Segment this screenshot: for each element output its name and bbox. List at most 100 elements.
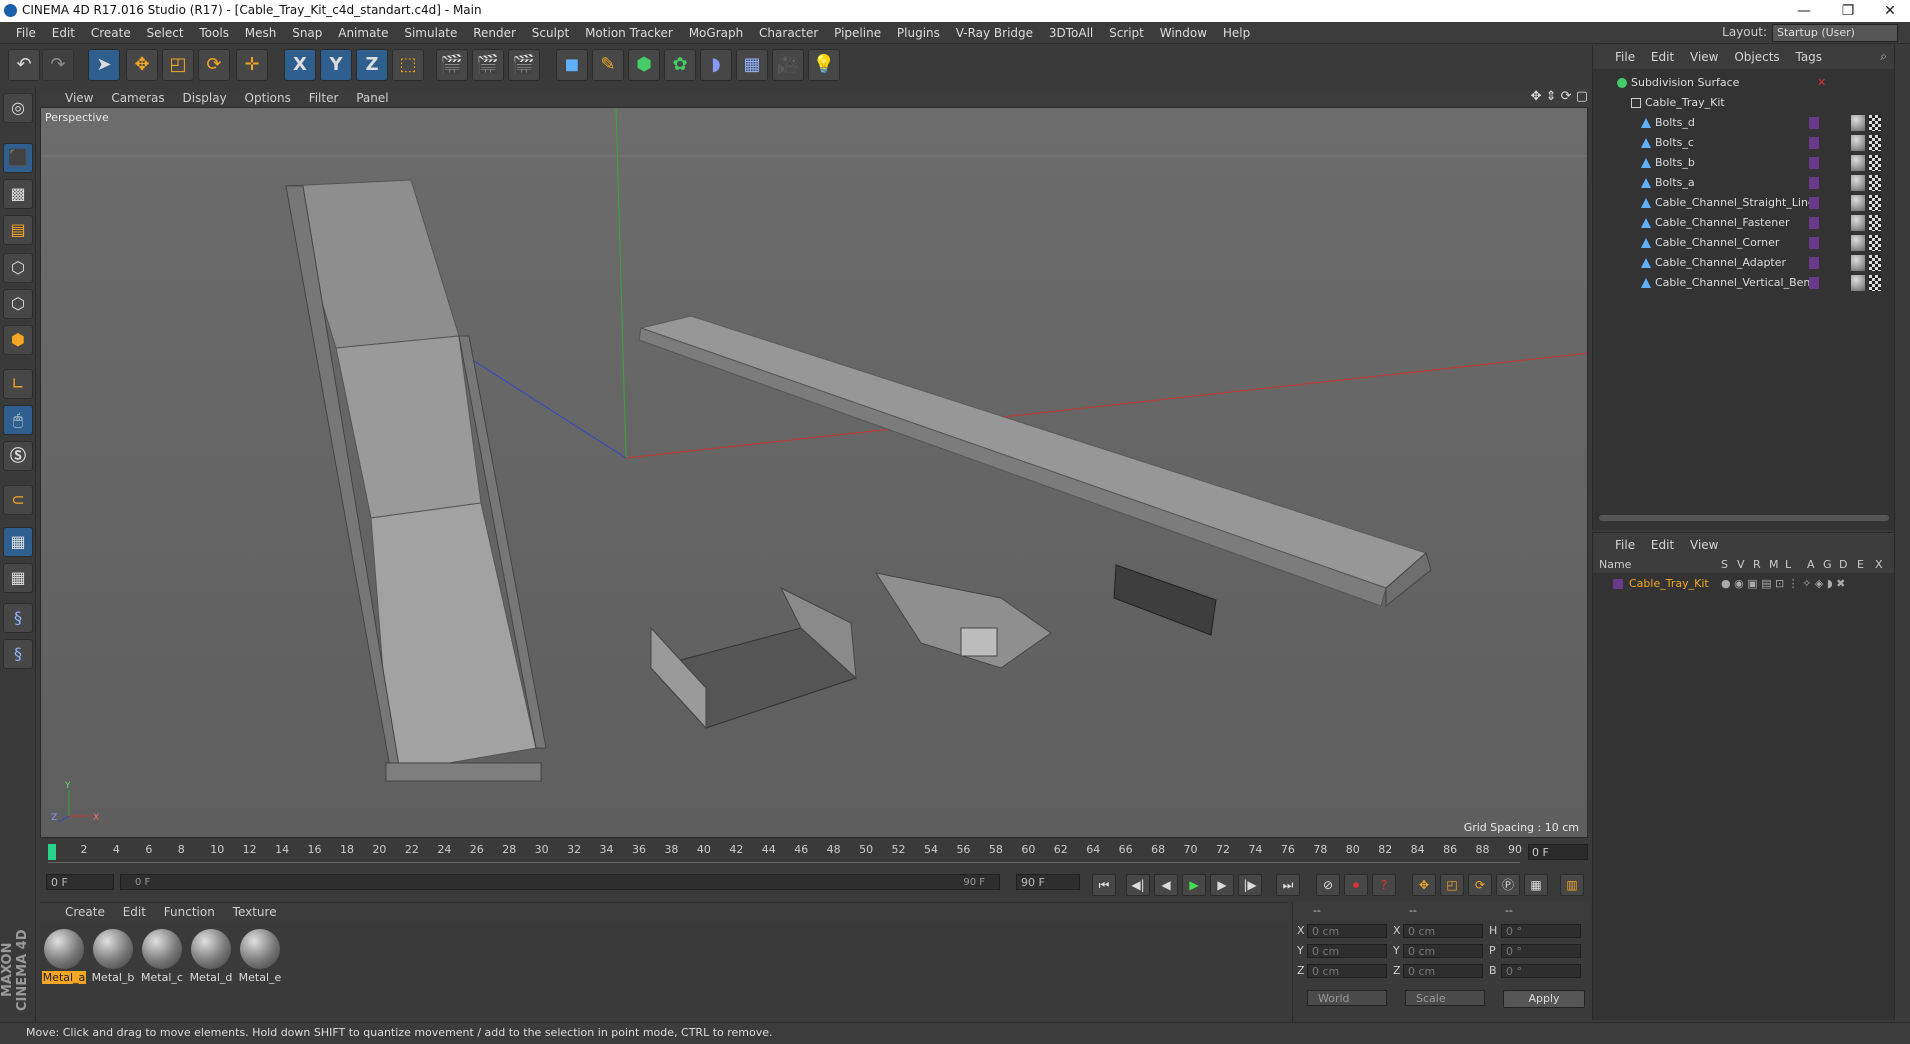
object-visibility-toggle[interactable]: ✕ [1817, 73, 1826, 93]
redo-button[interactable]: ↷ [42, 49, 74, 81]
menu-window[interactable]: Window [1154, 22, 1213, 44]
rotation-h-field[interactable]: 0 ° [1501, 924, 1581, 938]
playhead[interactable] [48, 844, 56, 860]
menu-simulate[interactable]: Simulate [398, 22, 463, 44]
menu-create[interactable]: Create [85, 22, 137, 44]
objects-menu-view[interactable]: View [1684, 45, 1724, 69]
workplane-mode-button[interactable]: ▤ [3, 215, 33, 245]
orbit-icon[interactable]: ⟳ [1561, 89, 1572, 104]
previous-frame-button[interactable]: ◀ [1154, 874, 1178, 896]
snap-button[interactable]: ⊂ [3, 485, 33, 515]
objects-menu-objects[interactable]: Objects [1728, 45, 1785, 69]
menu-motion-tracker[interactable]: Motion Tracker [579, 22, 679, 44]
frame-range-slider[interactable]: 0 F 90 F [120, 874, 1000, 890]
menu-mograph[interactable]: MoGraph [683, 22, 750, 44]
viewport-menu-view[interactable]: View [58, 89, 100, 107]
close-button[interactable]: ✕ [1870, 1, 1910, 21]
texture-tag-icon[interactable] [1869, 215, 1881, 231]
undo-button[interactable]: ↶ [8, 49, 40, 81]
material-menu-function[interactable]: Function [157, 903, 222, 921]
key-position-button[interactable]: ✥ [1412, 874, 1436, 896]
go-to-end-button[interactable]: ⏭ [1276, 874, 1300, 896]
size-y-field[interactable]: 0 cm [1403, 944, 1483, 958]
timeline-ruler[interactable]: 0246810121416182022242628303234363840424… [40, 840, 1588, 866]
last-tool-button[interactable]: ✛ [236, 49, 268, 81]
material-tag-icon[interactable] [1851, 155, 1865, 171]
restore-button[interactable]: ❐ [1828, 1, 1868, 21]
objects-menu-tags[interactable]: Tags [1789, 45, 1828, 69]
model-mode-button[interactable]: ⬛ [3, 143, 33, 173]
rotate-button[interactable]: ⟳ [198, 49, 230, 81]
viewport-menu-options[interactable]: Options [238, 89, 298, 107]
menu-character[interactable]: Character [753, 22, 824, 44]
menu-file[interactable]: File [10, 22, 42, 44]
start-frame-field[interactable]: 0 F [46, 874, 114, 890]
object-row-bolts-c[interactable]: Bolts_c [1593, 133, 1895, 153]
material-tag-icon[interactable] [1851, 255, 1865, 271]
light-button[interactable]: 💡 [808, 49, 840, 81]
scale-button[interactable]: ◰ [162, 49, 194, 81]
camera-button[interactable]: 🎥 [772, 49, 804, 81]
maximize-view-icon[interactable]: ▢ [1576, 89, 1588, 104]
apply-button[interactable]: Apply [1503, 990, 1585, 1008]
object-row-cable-tray-kit[interactable]: Cable_Tray_Kit [1593, 93, 1895, 113]
material-tag-icon[interactable] [1851, 115, 1865, 131]
texture-tag-icon[interactable] [1869, 135, 1881, 151]
objects-menu-edit[interactable]: Edit [1645, 45, 1680, 69]
menu-select[interactable]: Select [141, 22, 190, 44]
material-swatch[interactable]: Metal_c [140, 927, 184, 984]
key-pla-button[interactable]: ▦ [1524, 874, 1548, 896]
menu-script[interactable]: Script [1103, 22, 1150, 44]
layers-menu-file[interactable]: File [1609, 533, 1641, 557]
material-menu-create[interactable]: Create [58, 903, 112, 921]
texture-tag-icon[interactable] [1869, 255, 1881, 271]
dolly-icon[interactable]: ⇕ [1546, 89, 1557, 104]
object-row-bolts-a[interactable]: Bolts_a [1593, 173, 1895, 193]
material-tag-icon[interactable] [1851, 195, 1865, 211]
material-menu-texture[interactable]: Texture [226, 903, 284, 921]
material-swatch[interactable]: Metal_b [91, 927, 135, 984]
rotation-p-field[interactable]: 0 ° [1501, 944, 1581, 958]
autokeying-button[interactable]: ⏺ [1344, 874, 1368, 896]
material-tag-icon[interactable] [1851, 275, 1865, 291]
object-row-cable-channel-adapter[interactable]: Cable_Channel_Adapter [1593, 253, 1895, 273]
live-selection-button[interactable]: ➤ [88, 49, 120, 81]
subdivision-surface-button[interactable]: ⬢ [628, 49, 660, 81]
material-tag-icon[interactable] [1851, 235, 1865, 251]
menu-mesh[interactable]: Mesh [239, 22, 283, 44]
record-keys-button[interactable]: ⊘ [1316, 874, 1340, 896]
rotation-b-field[interactable]: 0 ° [1501, 964, 1581, 978]
polygons-mode-button[interactable]: ⬢ [3, 325, 33, 355]
points-mode-button[interactable]: ⬡ [3, 253, 33, 283]
menu-snap[interactable]: Snap [286, 22, 328, 44]
object-row-bolts-b[interactable]: Bolts_b [1593, 153, 1895, 173]
material-swatch[interactable]: Metal_a [42, 927, 86, 984]
render-view-button[interactable]: 🎬 [436, 49, 468, 81]
texture-tag-icon[interactable] [1869, 175, 1881, 191]
object-row-bolts-d[interactable]: Bolts_d [1593, 113, 1895, 133]
object-row-cable-channel-straight-line[interactable]: Cable_Channel_Straight_Line [1593, 193, 1895, 213]
key-rotation-button[interactable]: ⟳ [1468, 874, 1492, 896]
texture-tag-icon[interactable] [1869, 195, 1881, 211]
object-row-subdivision-surface[interactable]: Subdivision Surface ✕ [1593, 73, 1895, 93]
key-scale-button[interactable]: ◰ [1440, 874, 1464, 896]
menu-plugins[interactable]: Plugins [891, 22, 946, 44]
size-mode-dropdown[interactable]: Scale [1405, 990, 1485, 1006]
menu-3dtoall[interactable]: 3DToAll [1043, 22, 1099, 44]
object-search-icon[interactable]: ⌕ [1880, 49, 1887, 64]
next-key-button[interactable]: |▶ [1238, 874, 1262, 896]
layout-dropdown[interactable]: Startup (User) [1772, 24, 1898, 42]
material-menu-edit[interactable]: Edit [116, 903, 153, 921]
python-script-button-1[interactable]: § [3, 603, 33, 633]
axis-mode-button[interactable]: ∟ [3, 369, 33, 399]
coordinate-space-dropdown[interactable]: World [1307, 990, 1387, 1006]
pen-spline-button[interactable]: ✎ [592, 49, 624, 81]
layers-menu-edit[interactable]: Edit [1645, 533, 1680, 557]
render-picture-viewer-button[interactable]: 🎬 [472, 49, 504, 81]
position-x-field[interactable]: 0 cm [1307, 924, 1387, 938]
menu-edit[interactable]: Edit [46, 22, 81, 44]
material-tag-icon[interactable] [1851, 135, 1865, 151]
solo-mode-button[interactable]: Ⓢ [3, 441, 33, 471]
y-axis-button[interactable]: Y [320, 49, 352, 81]
deformer-button[interactable]: ◗ [700, 49, 732, 81]
